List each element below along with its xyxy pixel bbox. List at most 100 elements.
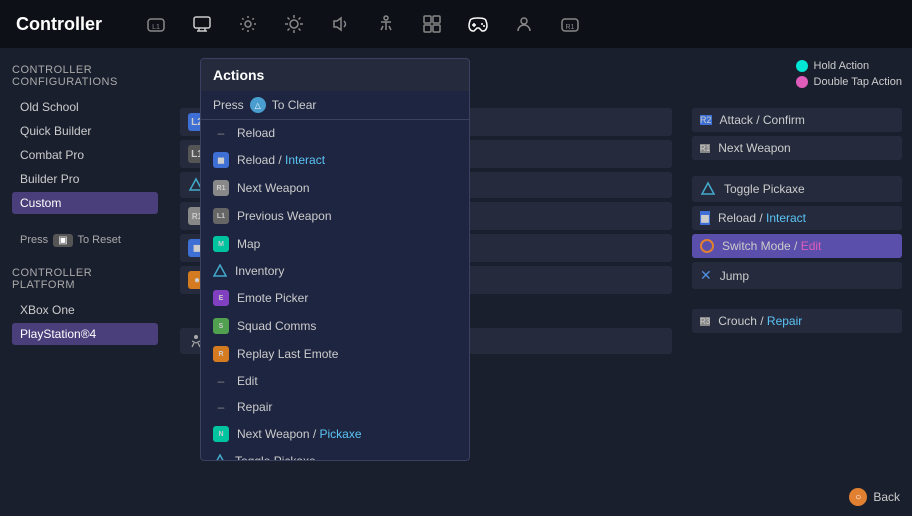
action-toggle-pickaxe[interactable]: Toggle Pickaxe: [201, 448, 469, 460]
interact-accent: Interact: [285, 153, 325, 167]
platform-title: Controller Platform: [12, 267, 158, 291]
previous-weapon-action-label: Previous Weapon: [237, 209, 332, 223]
next-weapon-pickaxe-label: Next Weapon / Pickaxe: [237, 427, 362, 441]
nav-icons: L1 R1: [142, 10, 584, 38]
action-replay-emote[interactable]: R Replay Last Emote: [201, 340, 469, 368]
svg-text:L1: L1: [152, 24, 160, 31]
hold-dot: [796, 60, 808, 72]
nav-l1[interactable]: L1: [142, 10, 170, 38]
r1-right-icon: R1: [700, 144, 710, 153]
reload-accent: Interact: [766, 211, 806, 225]
spacer: [692, 164, 902, 172]
mapping-attack-confirm[interactable]: R2 Attack / Confirm: [692, 108, 902, 132]
switch-mode-accent: Edit: [801, 239, 822, 253]
nav-interface[interactable]: [418, 10, 446, 38]
map-action-label: Map: [237, 237, 260, 251]
top-bar: Controller L1 R1: [0, 0, 912, 48]
square-right-icon: ◼: [700, 211, 710, 225]
r3-icon: R3: [700, 317, 710, 326]
action-next-weapon[interactable]: R1 Next Weapon: [201, 174, 469, 202]
legend-hold: Hold Action: [796, 60, 902, 72]
action-edit[interactable]: – Edit: [201, 368, 469, 394]
nav-accessibility[interactable]: [372, 10, 400, 38]
nav-account[interactable]: [510, 10, 538, 38]
emote-picker-action-label: Emote Picker: [237, 291, 308, 305]
edit-label: Edit: [237, 374, 258, 388]
triangle-action-icon: [213, 264, 227, 278]
mapping-toggle-pickaxe[interactable]: Toggle Pickaxe: [692, 176, 902, 202]
page-title: Controller: [16, 14, 102, 35]
mapping-reload-interact[interactable]: ◼ Reload / Interact: [692, 206, 902, 230]
doubletap-dot: [796, 76, 808, 88]
action-emote-picker[interactable]: E Emote Picker: [201, 284, 469, 312]
mapping-next-weapon[interactable]: R1 Next Weapon: [692, 136, 902, 160]
attack-confirm-label: Attack / Confirm: [720, 113, 805, 127]
platform-xbox[interactable]: XBox One: [12, 299, 158, 321]
back-button[interactable]: ○ Back: [849, 488, 900, 506]
config-quick-builder[interactable]: Quick Builder: [12, 120, 158, 142]
action-repair[interactable]: – Repair: [201, 394, 469, 420]
reset-badge: ▣: [53, 234, 72, 247]
platform-ps4[interactable]: PlayStation®4: [12, 323, 158, 345]
reload-interact-action-label: Reload / Interact: [237, 153, 325, 167]
circle-right-icon: [700, 239, 714, 253]
nav-r1[interactable]: R1: [556, 10, 584, 38]
squad-action-icon: S: [213, 318, 229, 334]
nav-brightness[interactable]: [280, 10, 308, 38]
pickaxe-accent: Pickaxe: [320, 427, 362, 441]
main-content: Controller Configurations Old School Qui…: [0, 48, 912, 516]
legend-doubletap: Double Tap Action: [796, 76, 902, 88]
action-inventory[interactable]: Inventory: [201, 258, 469, 284]
config-builder-pro[interactable]: Builder Pro: [12, 168, 158, 190]
platform-list: XBox One PlayStation®4: [12, 299, 158, 345]
action-reload[interactable]: – Reload: [201, 120, 469, 146]
actions-clear: Press △ To Clear: [201, 91, 469, 120]
right-panel: R2 Attack / Confirm R1 Next Weapon Toggl…: [682, 48, 912, 516]
repair-label: Repair: [237, 400, 272, 414]
config-old-school[interactable]: Old School: [12, 96, 158, 118]
action-map[interactable]: M Map: [201, 230, 469, 258]
dash-repair-icon: –: [213, 400, 229, 414]
next-weapon-action-label: Next Weapon: [237, 181, 310, 195]
crouch-accent: Repair: [767, 314, 802, 328]
actions-header: Actions: [201, 59, 469, 91]
toggle-pickaxe-label: Toggle Pickaxe: [724, 182, 805, 196]
left-panel: Controller Configurations Old School Qui…: [0, 48, 170, 516]
nav-controller[interactable]: [464, 10, 492, 38]
map-action-icon: M: [213, 236, 229, 252]
nav-settings[interactable]: [234, 10, 262, 38]
jump-label: Jump: [720, 269, 749, 283]
action-previous-weapon[interactable]: L1 Previous Weapon: [201, 202, 469, 230]
action-reload-interact[interactable]: ◼ Reload / Interact: [201, 146, 469, 174]
l1-action-icon: L1: [213, 208, 229, 224]
mapping-crouch[interactable]: R3 Crouch / Repair: [692, 309, 902, 333]
x-right-icon: ✕: [700, 267, 712, 284]
reload-label: Reload: [237, 126, 275, 140]
mapping-jump[interactable]: ✕ Jump: [692, 262, 902, 289]
mapping-switch-mode[interactable]: Switch Mode / Edit: [692, 234, 902, 258]
emote-action-icon: E: [213, 290, 229, 306]
triangle-pickaxe-icon: [213, 454, 227, 460]
press-label: Press: [213, 98, 244, 112]
legend: Hold Action Double Tap Action: [796, 60, 902, 88]
spacer2: [692, 293, 902, 305]
switch-mode-label: Switch Mode / Edit: [722, 239, 821, 253]
nav-audio[interactable]: [326, 10, 354, 38]
press-reset: Press ▣ To Reset: [12, 230, 158, 251]
nav-display[interactable]: [188, 10, 216, 38]
config-custom[interactable]: Custom: [12, 192, 158, 214]
r1-action-icon: R1: [213, 180, 229, 196]
action-next-weapon-pickaxe[interactable]: N Next Weapon / Pickaxe: [201, 420, 469, 448]
action-squad-comms[interactable]: S Squad Comms: [201, 312, 469, 340]
config-combat-pro[interactable]: Combat Pro: [12, 144, 158, 166]
inventory-action-label: Inventory: [235, 264, 284, 278]
triangle-clear-btn[interactable]: △: [250, 97, 266, 113]
reload-interact-label: Reload / Interact: [718, 211, 806, 225]
configurations-title: Controller Configurations: [12, 64, 158, 88]
actions-list[interactable]: – Reload ◼ Reload / Interact R1 Next Wea…: [201, 120, 469, 460]
crouch-label: Crouch / Repair: [718, 314, 802, 328]
to-clear-label: To Clear: [272, 98, 317, 112]
svg-text:R1: R1: [566, 24, 575, 31]
actions-modal: Actions Press △ To Clear – Reload ◼ Relo…: [200, 58, 470, 461]
pickaxe-action-icon: N: [213, 426, 229, 442]
